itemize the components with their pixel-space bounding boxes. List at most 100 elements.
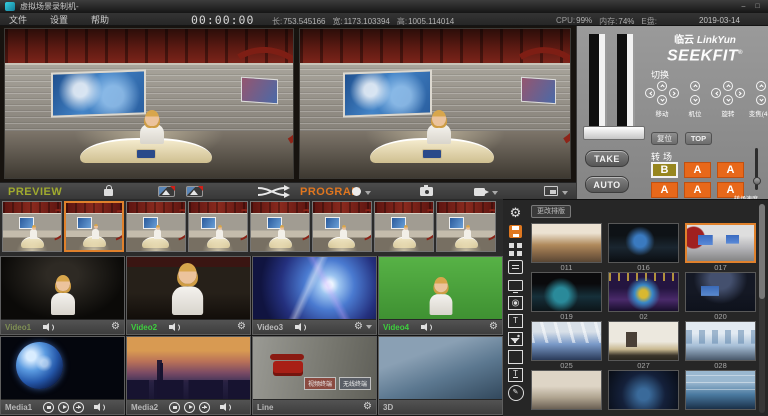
display-icon[interactable] — [506, 277, 525, 293]
take-button[interactable]: TAKE — [585, 150, 629, 167]
pip-menu-caret-icon[interactable] — [562, 191, 568, 195]
light-icon[interactable] — [506, 295, 525, 311]
stop-button[interactable] — [169, 402, 180, 413]
gear-icon[interactable]: ⚙ — [237, 322, 246, 332]
gallery-scene-thumb[interactable] — [608, 370, 679, 410]
top-button[interactable]: TOP — [685, 132, 712, 145]
record-menu-caret-icon[interactable] — [365, 191, 371, 195]
volume-icon[interactable] — [421, 323, 432, 332]
scene-bank-thumb[interactable] — [126, 201, 186, 252]
source-menu-caret-icon[interactable] — [366, 325, 372, 329]
stop-button[interactable] — [43, 402, 54, 413]
left-arrow-button[interactable] — [645, 88, 655, 98]
next-button[interactable] — [199, 402, 210, 413]
pip-icon[interactable] — [544, 186, 558, 196]
play-button[interactable] — [58, 402, 69, 413]
transition-a-button[interactable]: A — [684, 162, 711, 178]
scene-bank-thumb[interactable] — [2, 201, 62, 252]
gear-icon[interactable]: ⚙ — [363, 402, 372, 412]
down-arrow-button[interactable] — [657, 95, 667, 105]
gear-icon[interactable]: ⚙ — [111, 322, 120, 332]
gallery-scene-thumb[interactable] — [531, 321, 602, 361]
tbar-base[interactable] — [583, 126, 645, 140]
draw-pen-icon[interactable] — [506, 385, 525, 401]
transition-a-button[interactable]: A — [717, 162, 744, 178]
record-icon[interactable] — [352, 187, 361, 196]
subtitle-text-icon[interactable] — [506, 367, 525, 383]
transition-b-button[interactable]: B — [651, 162, 678, 178]
tbar-blade[interactable] — [589, 34, 607, 126]
gallery-scene-thumb[interactable] — [531, 370, 602, 410]
gear-icon[interactable]: ⚙ — [354, 322, 363, 332]
gallery-scene-thumb[interactable] — [608, 223, 679, 263]
gallery-scrollbar-thumb[interactable] — [759, 204, 765, 299]
program-monitor[interactable] — [299, 28, 571, 179]
left-arrow-button[interactable] — [711, 88, 721, 98]
volume-icon[interactable] — [169, 323, 180, 332]
source-video-image[interactable] — [379, 257, 502, 319]
volume-icon[interactable] — [220, 403, 231, 412]
gallery-scene-thumb[interactable] — [531, 272, 602, 312]
source-video-image[interactable] — [127, 257, 250, 319]
source-video-image[interactable] — [127, 337, 250, 399]
scene-bank-thumb[interactable] — [250, 201, 310, 252]
transition-speed-slider[interactable] — [755, 148, 758, 190]
region-frame-icon[interactable] — [506, 349, 525, 365]
gallery-scene-thumb[interactable] — [685, 370, 756, 410]
source-video-image[interactable] — [1, 257, 124, 319]
source-video-image[interactable] — [1, 337, 124, 399]
play-button[interactable] — [184, 402, 195, 413]
menu-帮助[interactable]: 帮助 — [82, 13, 118, 26]
volume-icon[interactable] — [94, 403, 105, 412]
menu-文件[interactable]: 文件 — [0, 13, 36, 26]
overlay-key1-icon[interactable] — [158, 186, 175, 197]
gallery-scene-thumb[interactable] — [685, 272, 756, 312]
down-arrow-button[interactable] — [756, 95, 766, 105]
up-arrow-button[interactable] — [723, 81, 733, 91]
volume-icon[interactable] — [295, 323, 306, 332]
swap-pvw-pgm-icon[interactable] — [256, 185, 290, 198]
up-arrow-button[interactable] — [756, 81, 766, 91]
scene-bank-thumb[interactable] — [312, 201, 372, 252]
transition-speed-knob[interactable] — [753, 177, 761, 185]
tbar-blade[interactable] — [617, 34, 635, 126]
camcorder-menu-caret-icon[interactable] — [492, 191, 498, 195]
settings-gear-icon[interactable] — [506, 205, 525, 221]
lock-icon[interactable] — [104, 189, 113, 196]
auto-button[interactable]: AUTO — [585, 176, 629, 193]
next-button[interactable] — [73, 402, 84, 413]
tbar-fader[interactable] — [583, 34, 645, 148]
up-arrow-button[interactable] — [657, 81, 667, 91]
transition-a-button[interactable]: A — [651, 182, 678, 198]
right-arrow-button[interactable] — [669, 88, 679, 98]
source-video-image[interactable]: 视频终端无线终端 — [253, 337, 376, 399]
save-icon[interactable] — [506, 223, 525, 239]
source-video-image[interactable] — [253, 257, 376, 319]
scene-grid-icon[interactable] — [506, 241, 525, 257]
scene-bank-thumb[interactable] — [64, 201, 124, 252]
image-overlay-icon[interactable] — [506, 331, 525, 347]
transition-a-button[interactable]: A — [684, 182, 711, 198]
reset-button[interactable]: 复位 — [651, 132, 678, 145]
gallery-scene-thumb[interactable] — [531, 223, 602, 263]
snapsh0t-camera-icon[interactable] — [420, 187, 433, 196]
gallery-scene-thumb[interactable] — [608, 321, 679, 361]
gallery-scrollbar[interactable] — [759, 204, 765, 413]
gear-icon[interactable]: ⚙ — [489, 322, 498, 332]
scene-bank-thumb[interactable] — [374, 201, 434, 252]
gallery-scene-thumb[interactable] — [608, 272, 679, 312]
menu-设置[interactable]: 设置 — [41, 13, 77, 26]
volume-icon[interactable] — [43, 323, 54, 332]
gallery-scene-thumb[interactable] — [685, 321, 756, 361]
title-text-icon[interactable] — [506, 313, 525, 329]
preview-monitor[interactable] — [4, 28, 294, 179]
scene-bank-thumb[interactable] — [436, 201, 496, 252]
down-arrow-button[interactable] — [723, 95, 733, 105]
up-arrow-button[interactable] — [690, 81, 700, 91]
source-video-image[interactable] — [379, 337, 502, 399]
down-arrow-button[interactable] — [690, 95, 700, 105]
overlay-key2-icon[interactable] — [186, 186, 203, 197]
camcorder-icon[interactable] — [474, 188, 485, 196]
maximize-button[interactable]: □ — [752, 2, 763, 12]
scene-bank-thumb[interactable] — [188, 201, 248, 252]
